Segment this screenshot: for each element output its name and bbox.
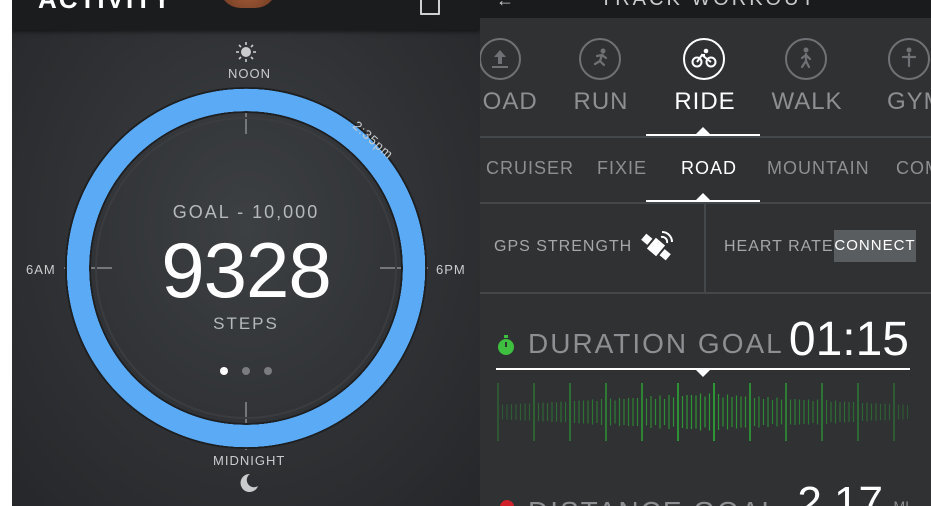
page-dot[interactable] xyxy=(242,367,250,375)
upload-icon xyxy=(480,38,521,80)
activity-gym[interactable]: GYM xyxy=(855,18,931,136)
activity-label: GYM xyxy=(887,88,931,115)
distance-goal-row[interactable]: DISTANCE GOAL 2.17 MI xyxy=(480,470,931,506)
page-indicator[interactable] xyxy=(12,362,480,380)
activity-run[interactable]: RUN xyxy=(546,18,656,136)
activity-road[interactable]: ROAD xyxy=(480,18,556,136)
distance-goal-value[interactable]: 2.17 xyxy=(797,478,883,506)
activity-label: WALK xyxy=(771,88,843,115)
divider xyxy=(480,292,931,294)
activity-label: RUN xyxy=(573,88,629,115)
divider xyxy=(704,202,706,292)
gym-icon xyxy=(888,38,930,80)
step-goal: GOAL - 10,000 xyxy=(172,202,320,222)
subtype-selection-caret xyxy=(696,193,710,200)
bike-icon xyxy=(683,38,725,80)
duration-goal-value[interactable]: 01:15 xyxy=(789,312,909,367)
location-pin-icon xyxy=(497,497,517,506)
heart-rate-label: HEART RATE xyxy=(724,238,834,255)
activity-selection-bar xyxy=(646,134,760,136)
sun-icon xyxy=(236,42,256,62)
subtype-commute[interactable]: COMMUTE xyxy=(896,158,931,179)
sensor-row: GPS STRENGTH HEART RATE CONNECT xyxy=(480,202,931,292)
track-workout-screen: ← TRACK WORKOUT ROAD RUN RIDE WALK xyxy=(480,0,931,506)
subtype-fixie[interactable]: FIXIE xyxy=(597,158,647,179)
back-arrow-icon[interactable]: ← xyxy=(496,0,514,11)
midnight-label: MIDNIGHT xyxy=(213,453,286,468)
activity-label: ROAD xyxy=(480,88,538,115)
duration-goal-label: DURATION GOAL xyxy=(528,328,784,359)
noon-label: NOON xyxy=(228,66,271,81)
duration-slider-ticks[interactable] xyxy=(496,372,910,452)
subtype-road[interactable]: ROAD xyxy=(681,158,737,179)
workout-header: ← TRACK WORKOUT xyxy=(480,0,931,18)
gps-strength-label: GPS STRENGTH xyxy=(494,238,633,255)
stopwatch-icon xyxy=(498,335,514,355)
connect-button[interactable]: CONNECT xyxy=(834,230,916,262)
activity-screen: ACTIVITY NOON 2:35pm 6AM 6PM MIDNIGHT G xyxy=(12,0,480,506)
subtype-cruiser[interactable]: CRUISER xyxy=(486,158,574,179)
page-title: TRACK WORKOUT xyxy=(600,0,817,11)
distance-unit: MI xyxy=(893,498,909,506)
activity-selection-caret xyxy=(696,127,710,134)
activity-ride[interactable]: RIDE xyxy=(650,18,760,136)
step-count: 9328 xyxy=(161,226,332,314)
subtype-mountain[interactable]: MOUNTAIN xyxy=(767,158,870,179)
steps-label: STEPS xyxy=(213,314,279,333)
page-dot[interactable] xyxy=(264,367,272,375)
runner-icon xyxy=(579,38,621,80)
walker-icon xyxy=(785,38,827,80)
activity-type-selector: ROAD RUN RIDE WALK GYM xyxy=(480,18,931,136)
satellite-icon xyxy=(641,231,673,261)
activity-label: RIDE xyxy=(674,88,736,115)
page-dot[interactable] xyxy=(220,367,228,375)
distance-goal-label: DISTANCE GOAL xyxy=(528,496,779,506)
moon-icon xyxy=(240,473,258,492)
activity-walk[interactable]: WALK xyxy=(752,18,862,136)
